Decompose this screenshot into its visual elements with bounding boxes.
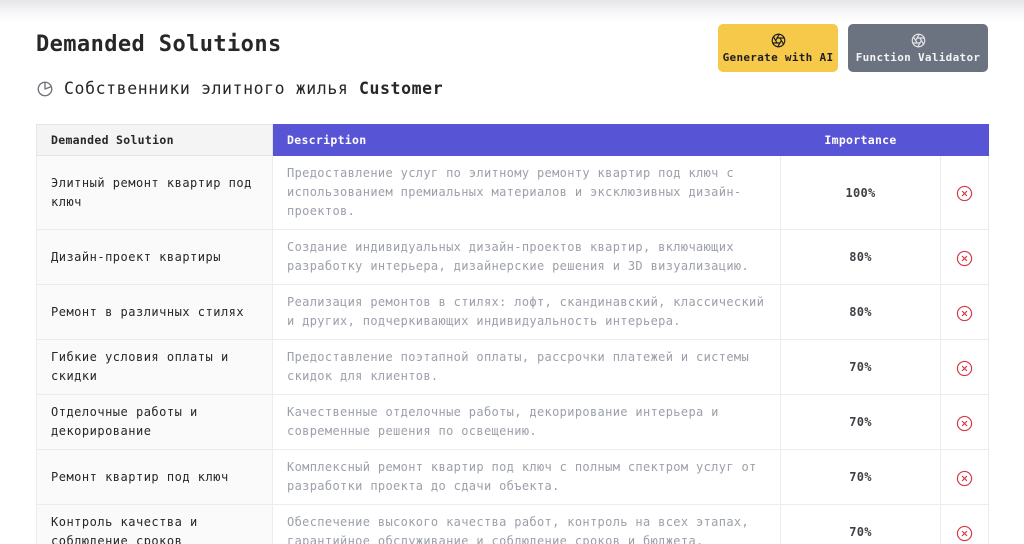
solutions-table-container: Demanded Solution Description Importance… (36, 124, 989, 544)
circle-x-icon (956, 185, 973, 202)
cell-description: Качественные отделочные работы, декориро… (272, 394, 781, 450)
cell-demanded-solution: Ремонт квартир под ключ (36, 449, 273, 505)
cell-description: Предоставление поэтапной оплаты, рассроч… (272, 339, 781, 395)
circle-x-icon (956, 470, 973, 486)
cell-actions (940, 394, 989, 450)
delete-row-button[interactable] (956, 185, 973, 202)
cell-demanded-solution: Отделочные работы и декорирование (36, 394, 273, 450)
cell-demanded-solution: Ремонт в различных стилях (36, 284, 273, 340)
cell-importance: 70% (780, 449, 941, 505)
delete-row-button[interactable] (956, 360, 973, 377)
cell-actions (940, 229, 989, 285)
header-actions: Generate with AI Function Validator (718, 24, 988, 72)
pie-chart-icon (36, 80, 54, 98)
cell-importance: 100% (780, 155, 941, 230)
cell-importance: 70% (780, 339, 941, 395)
cell-actions (940, 449, 989, 505)
function-validator-button[interactable]: Function Validator (848, 24, 988, 72)
table-row: Ремонт в различных стилях Реализация ремо… (36, 284, 989, 340)
table-header-row: Demanded Solution Description Importance (36, 124, 989, 156)
table-row: Контроль качества и соблюдение сроков Обе… (36, 504, 989, 544)
subtitle-prefix: Собственники элитного жилья (64, 79, 359, 98)
cell-description: Предоставление услуг по элитному ремонту… (272, 155, 781, 230)
cell-demanded-solution: Гибкие условия оплаты и скидки (36, 339, 273, 395)
table-row: Гибкие условия оплаты и скидки Предоставл… (36, 339, 989, 395)
cell-actions (940, 284, 989, 340)
cell-importance: 70% (780, 394, 941, 450)
delete-row-button[interactable] (956, 470, 973, 487)
circle-x-icon (956, 415, 973, 431)
table-header: Demanded Solution Description Importance (36, 124, 989, 156)
cell-actions (940, 155, 989, 230)
cell-importance: 70% (780, 504, 941, 544)
delete-row-button[interactable] (956, 250, 973, 267)
column-header-demanded-solution: Demanded Solution (36, 124, 273, 156)
cell-description: Комплексный ремонт квартир под ключ с по… (272, 449, 781, 505)
circle-x-icon (956, 360, 973, 376)
generate-with-ai-label: Generate with AI (722, 50, 834, 64)
function-validator-label: Function Validator (855, 50, 981, 64)
cell-description: Обеспечение высокого качества работ, кон… (272, 504, 781, 544)
delete-row-button[interactable] (956, 305, 973, 322)
column-header-importance: Importance (780, 124, 941, 156)
solutions-table: Demanded Solution Description Importance… (36, 124, 989, 544)
cell-description: Реализация ремонтов в стилях: лофт, скан… (272, 284, 781, 340)
table-row: Дизайн-проект квартиры Создание индивидуа… (36, 229, 989, 285)
column-header-description: Description (272, 124, 781, 156)
cell-demanded-solution: Дизайн-проект квартиры (36, 229, 273, 285)
generate-with-ai-button[interactable]: Generate with AI (718, 24, 838, 72)
table-body: Элитный ремонт квартир под ключ Предостав… (36, 155, 989, 544)
aperture-icon (911, 33, 926, 48)
circle-x-icon (956, 305, 973, 321)
table-row: Отделочные работы и декорирование Качеств… (36, 394, 989, 450)
delete-row-button[interactable] (956, 525, 973, 542)
column-header-actions (940, 124, 989, 156)
table-row: Ремонт квартир под ключ Комплексный ремон… (36, 449, 989, 505)
table-row: Элитный ремонт квартир под ключ Предостав… (36, 155, 989, 230)
page-root: Demanded Solutions Собственники элитного… (0, 0, 1024, 544)
cell-importance: 80% (780, 229, 941, 285)
cell-actions (940, 339, 989, 395)
circle-x-icon (956, 525, 973, 541)
cell-description: Создание индивидуальных дизайн-проектов … (272, 229, 781, 285)
cell-demanded-solution: Контроль качества и соблюдение сроков (36, 504, 273, 544)
subtitle-strong: Customer (358, 79, 444, 98)
circle-x-icon (956, 250, 973, 266)
cell-demanded-solution: Элитный ремонт квартир под ключ (36, 155, 273, 230)
cell-importance: 80% (780, 284, 941, 340)
subtitle-text: Собственники элитного жилья Customer (64, 79, 443, 98)
delete-row-button[interactable] (956, 415, 973, 432)
page-header: Demanded Solutions Собственники элитного… (0, 0, 1024, 98)
aperture-icon (771, 33, 786, 48)
cell-actions (940, 504, 989, 544)
